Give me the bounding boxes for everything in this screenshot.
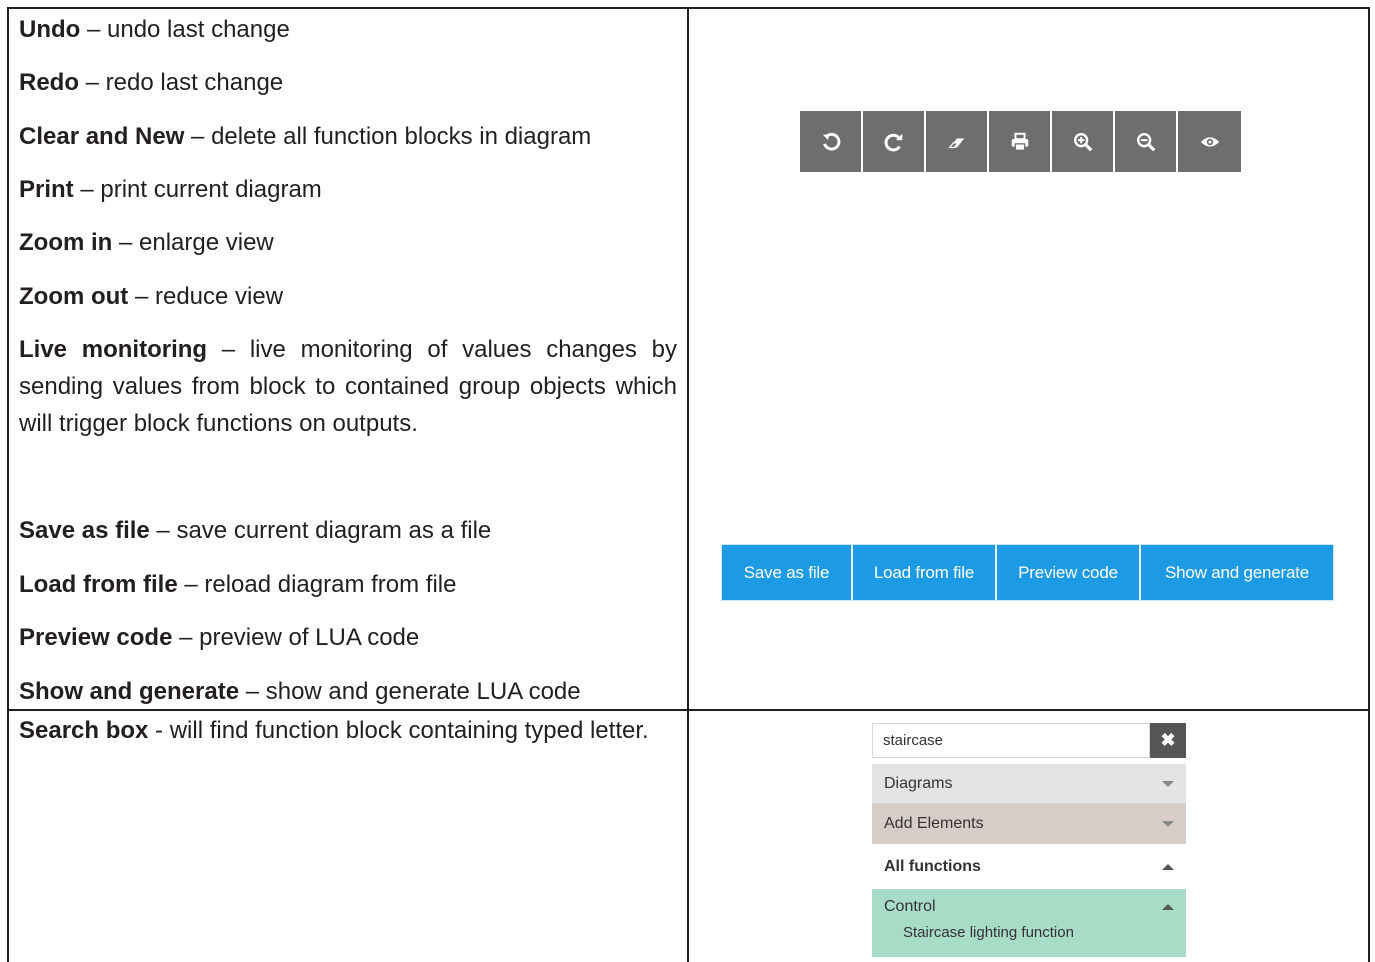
accordion-add-elements[interactable]: Add Elements bbox=[872, 803, 1186, 844]
accordion-all-functions-label: All functions bbox=[884, 858, 981, 875]
desc-zoom-out: Zoom out – reduce view bbox=[19, 283, 284, 310]
desc-print: Print – print current diagram bbox=[19, 176, 322, 203]
save-as-file-button[interactable]: Save as file bbox=[722, 545, 853, 600]
clear-search-button[interactable]: ✖ bbox=[1150, 723, 1186, 758]
desc-search-text: Search box - will find function block co… bbox=[19, 717, 649, 744]
chevron-up-icon bbox=[1162, 864, 1174, 870]
desc-live: Live monitoring – live monitoring of val… bbox=[19, 336, 677, 437]
desc-zoom-in: Zoom in – enlarge view bbox=[19, 229, 274, 256]
accordion-diagrams-label: Diagrams bbox=[884, 774, 953, 792]
show-and-generate-button[interactable]: Show and generate bbox=[1141, 545, 1333, 600]
zoom-out-icon bbox=[1136, 132, 1155, 151]
zoom-in-button[interactable] bbox=[1052, 111, 1115, 172]
desc-undo: Undo – undo last change bbox=[19, 16, 290, 43]
undo-button[interactable] bbox=[800, 111, 863, 172]
load-from-file-button[interactable]: Load from file bbox=[853, 545, 997, 600]
accordion-control-header[interactable]: Control bbox=[872, 889, 1186, 916]
desc-preview: Preview code – preview of LUA code bbox=[19, 624, 420, 651]
eraser-icon bbox=[947, 137, 964, 148]
desc-save: Save as file – save current diagram as a… bbox=[19, 517, 492, 544]
live-monitoring-button[interactable] bbox=[1178, 111, 1241, 172]
accordion-diagrams[interactable]: Diagrams bbox=[872, 764, 1186, 803]
function-item-staircase[interactable]: Staircase lighting function bbox=[872, 916, 1186, 941]
chevron-down-icon bbox=[1162, 820, 1174, 827]
redo-button[interactable] bbox=[863, 111, 926, 172]
print-icon bbox=[1011, 132, 1028, 151]
accordion-control: Control Staircase lighting function bbox=[872, 889, 1186, 957]
chevron-up-icon bbox=[1162, 904, 1174, 910]
zoom-out-button[interactable] bbox=[1115, 111, 1178, 172]
print-button[interactable] bbox=[989, 111, 1052, 172]
editor-toolbar bbox=[800, 111, 1241, 172]
chevron-down-icon bbox=[1162, 780, 1174, 787]
accordion-add-elements-label: Add Elements bbox=[884, 814, 984, 832]
undo-icon bbox=[822, 132, 840, 150]
desc-load: Load from file – reload diagram from fil… bbox=[19, 571, 457, 598]
redo-icon bbox=[884, 133, 902, 151]
preview-code-button[interactable]: Preview code bbox=[997, 545, 1141, 600]
accordion-control-label: Control bbox=[884, 898, 936, 915]
eye-icon bbox=[1200, 136, 1219, 147]
search-box: staircase ✖ bbox=[872, 723, 1186, 758]
desc-search: Search box - will find function block co… bbox=[19, 712, 677, 749]
accordion-all-functions[interactable]: All functions bbox=[872, 846, 1186, 888]
desc-clear: Clear and New – delete all function bloc… bbox=[19, 123, 592, 150]
desc-redo: Redo – redo last change bbox=[19, 69, 284, 96]
close-icon: ✖ bbox=[1160, 730, 1176, 750]
zoom-in-icon bbox=[1073, 132, 1092, 151]
search-input[interactable]: staircase bbox=[872, 723, 1150, 758]
desc-show: Show and generate – show and generate LU… bbox=[19, 678, 581, 705]
clear-button[interactable] bbox=[926, 111, 989, 172]
file-actions-bar: Save as file Load from file Preview code… bbox=[722, 545, 1333, 600]
